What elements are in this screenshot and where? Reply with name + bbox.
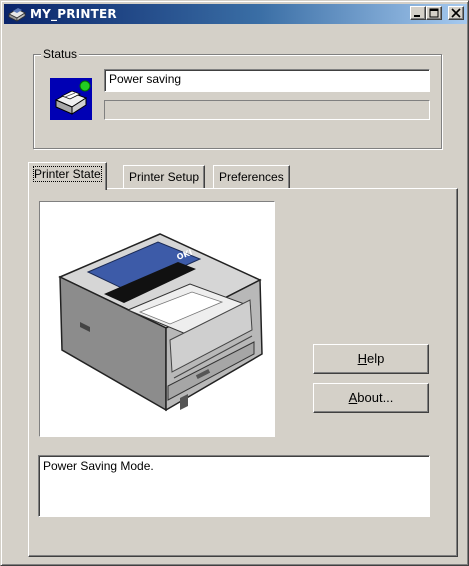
laser-printer-illustration: OKI bbox=[39, 201, 275, 437]
minimize-icon bbox=[414, 15, 420, 17]
printer-status-icon bbox=[50, 78, 92, 120]
tab-printer-setup-label: Printer Setup bbox=[129, 170, 200, 184]
maximize-icon bbox=[429, 8, 439, 18]
printer-icon bbox=[7, 6, 27, 22]
printer-window: MY_PRINTER Status Power saving Printer S… bbox=[0, 0, 469, 566]
minimize-button[interactable] bbox=[410, 6, 426, 20]
status-group-label: Status bbox=[41, 47, 80, 61]
about-button-label: bout... bbox=[357, 390, 394, 405]
close-button[interactable] bbox=[448, 6, 464, 20]
maximize-button[interactable] bbox=[426, 6, 442, 20]
help-button-mnemonic: H bbox=[357, 351, 368, 366]
tab-preferences[interactable]: Preferences bbox=[213, 165, 290, 189]
tab-printer-state[interactable]: Printer State bbox=[28, 162, 107, 190]
window-title: MY_PRINTER bbox=[30, 7, 117, 21]
tab-printer-state-label: Printer State bbox=[33, 166, 102, 182]
about-button-mnemonic: A bbox=[348, 390, 358, 405]
title-bar[interactable]: MY_PRINTER bbox=[4, 4, 467, 24]
tab-printer-setup[interactable]: Printer Setup bbox=[123, 165, 206, 189]
status-text-field: Power saving bbox=[104, 69, 430, 92]
help-button[interactable]: Help bbox=[313, 344, 429, 374]
tab-preferences-label: Preferences bbox=[219, 170, 284, 184]
close-icon bbox=[451, 8, 461, 18]
help-button-label: elp bbox=[367, 351, 385, 366]
status-progress-bar bbox=[104, 100, 430, 120]
about-button[interactable]: About... bbox=[313, 383, 429, 413]
status-message-box: Power Saving Mode. bbox=[38, 455, 430, 517]
